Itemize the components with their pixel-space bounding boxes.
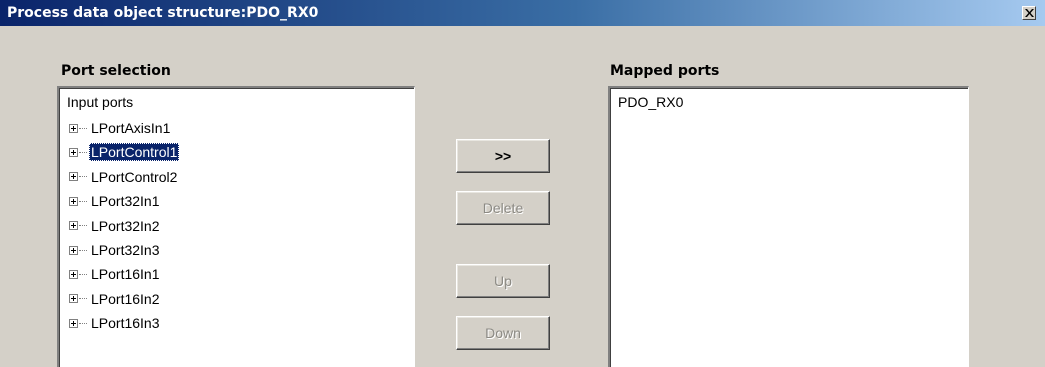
tree-connector (79, 298, 87, 300)
plus-box-icon[interactable] (69, 123, 78, 133)
plus-box-icon[interactable] (69, 318, 78, 328)
plus-box-icon[interactable] (69, 245, 78, 255)
down-button[interactable]: Down (456, 316, 550, 350)
dialog-window: Process data object structure:PDO_RX0 Po… (0, 0, 1045, 367)
tree-item[interactable]: LPort32In1 (69, 191, 162, 211)
mapped-ports-list[interactable]: PDO_RX0 (608, 86, 969, 367)
tree-item[interactable]: LPortControl2 (69, 167, 179, 187)
tree-item-label[interactable]: LPortAxisIn1 (89, 119, 172, 137)
tree-item[interactable]: LPort16In2 (69, 289, 162, 309)
tree-connector (79, 273, 87, 275)
tree-item[interactable]: LPortControl1 (69, 142, 180, 162)
tree-item-label[interactable]: LPort16In2 (89, 290, 162, 308)
plus-box-icon[interactable] (69, 147, 78, 157)
tree-connector (79, 127, 87, 129)
tree-connector (79, 249, 87, 251)
port-selection-label: Port selection (61, 63, 171, 79)
close-button[interactable] (1022, 6, 1036, 20)
tree-item[interactable]: LPortAxisIn1 (69, 118, 172, 138)
tree-item-label[interactable]: LPortControl1 (89, 143, 180, 162)
tree-item[interactable]: LPort16In3 (69, 313, 162, 333)
tree-item-label[interactable]: LPort16In1 (89, 265, 162, 283)
close-icon (1025, 9, 1034, 17)
plus-box-icon[interactable] (69, 294, 78, 304)
add-mapping-button[interactable]: >> (456, 139, 550, 173)
plus-box-icon[interactable] (69, 172, 78, 182)
tree-item-label[interactable]: LPort32In2 (89, 217, 162, 235)
tree-item[interactable]: LPort32In2 (69, 216, 162, 236)
tree-connector (79, 200, 87, 202)
up-button[interactable]: Up (456, 264, 550, 298)
mapped-ports-label: Mapped ports (610, 63, 720, 79)
tree-connector (79, 151, 87, 153)
tree-connector (79, 322, 87, 324)
tree-item-label[interactable]: LPort16In3 (89, 314, 162, 332)
plus-box-icon[interactable] (69, 196, 78, 206)
mapped-port-item[interactable]: PDO_RX0 (618, 94, 683, 110)
delete-button[interactable]: Delete (456, 191, 550, 225)
tree-root-input-ports[interactable]: Input ports (67, 94, 133, 110)
tree-item-label[interactable]: LPortControl2 (89, 168, 179, 186)
tree-connector (79, 176, 87, 178)
tree-connector (79, 225, 87, 227)
tree-item[interactable]: LPort32In3 (69, 240, 162, 260)
tree-item[interactable]: LPort16In1 (69, 264, 162, 284)
title-bar[interactable]: Process data object structure:PDO_RX0 (0, 0, 1045, 26)
tree-item-label[interactable]: LPort32In3 (89, 241, 162, 259)
port-selection-tree[interactable]: Input ports LPortAxisIn1 LPortControl1 LPo… (57, 86, 415, 367)
plus-box-icon[interactable] (69, 269, 78, 279)
tree-item-label[interactable]: LPort32In1 (89, 192, 162, 210)
window-title: Process data object structure:PDO_RX0 (7, 5, 319, 21)
plus-box-icon[interactable] (69, 221, 78, 231)
